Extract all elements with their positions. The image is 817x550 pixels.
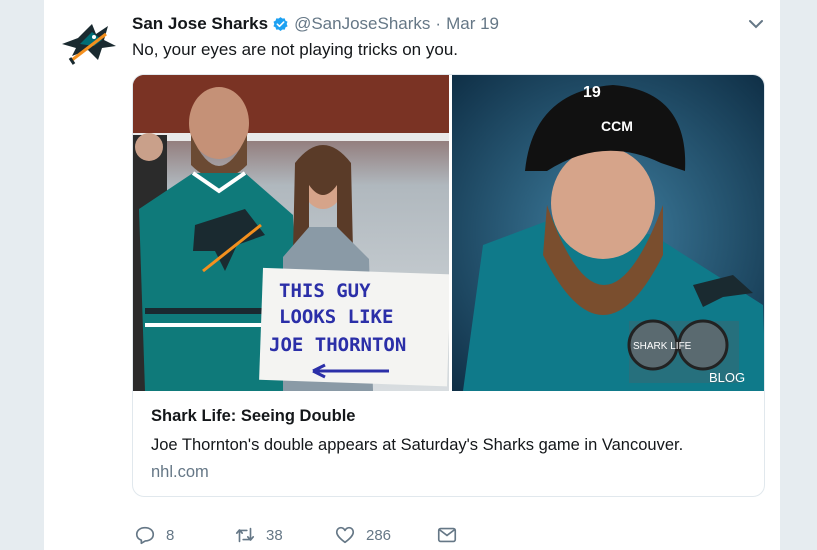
helmet-brand: CCM bbox=[601, 118, 633, 134]
handle[interactable]: @SanJoseSharks bbox=[294, 14, 430, 34]
direct-message-button[interactable] bbox=[436, 523, 458, 547]
tweet-text: No, your eyes are not playing tricks on … bbox=[132, 40, 458, 59]
reply-count: 8 bbox=[166, 526, 175, 544]
like-count: 286 bbox=[366, 526, 392, 544]
blog-badge: BLOG bbox=[709, 370, 745, 385]
shark-life-blog-logo: SHARK LIFE BLOG bbox=[627, 319, 745, 385]
tweet[interactable]: San Jose Sharks @SanJoseSharks · Mar 19 … bbox=[44, 0, 780, 550]
sign-line-2: LOOKS LIKE bbox=[279, 306, 393, 328]
verified-badge-icon bbox=[273, 16, 288, 31]
reply-button[interactable]: 8 bbox=[134, 523, 174, 547]
card-domain: nhl.com bbox=[151, 463, 209, 481]
sharks-logo-avatar[interactable] bbox=[58, 10, 120, 72]
card-image[interactable]: THIS GUY LOOKS LIKE JOE THORNTON CCM 19 bbox=[133, 75, 765, 391]
sign-line-3: JOE THORNTON bbox=[269, 334, 406, 356]
envelope-icon bbox=[437, 527, 457, 543]
helmet-number: 19 bbox=[583, 84, 601, 101]
tweet-header: San Jose Sharks @SanJoseSharks · Mar 19 bbox=[132, 14, 499, 34]
tweet-date[interactable]: Mar 19 bbox=[446, 14, 499, 34]
shark-life-logo-text: SHARK LIFE bbox=[633, 341, 692, 352]
like-button[interactable]: 286 bbox=[334, 523, 391, 547]
retweet-icon bbox=[235, 527, 255, 543]
retweet-count: 38 bbox=[266, 526, 283, 544]
link-card[interactable]: THIS GUY LOOKS LIKE JOE THORNTON CCM 19 bbox=[132, 74, 765, 497]
display-name[interactable]: San Jose Sharks bbox=[132, 14, 268, 34]
chevron-down-icon[interactable] bbox=[748, 18, 764, 30]
heart-icon bbox=[335, 526, 355, 544]
sign-line-1: THIS GUY bbox=[279, 280, 371, 302]
separator-dot: · bbox=[435, 14, 442, 33]
retweet-button[interactable]: 38 bbox=[234, 523, 283, 547]
card-title[interactable]: Shark Life: Seeing Double bbox=[151, 407, 750, 426]
reply-icon bbox=[135, 526, 155, 545]
card-body[interactable]: Shark Life: Seeing Double Joe Thornton's… bbox=[151, 407, 750, 482]
card-description: Joe Thornton's double appears at Saturda… bbox=[151, 436, 684, 454]
